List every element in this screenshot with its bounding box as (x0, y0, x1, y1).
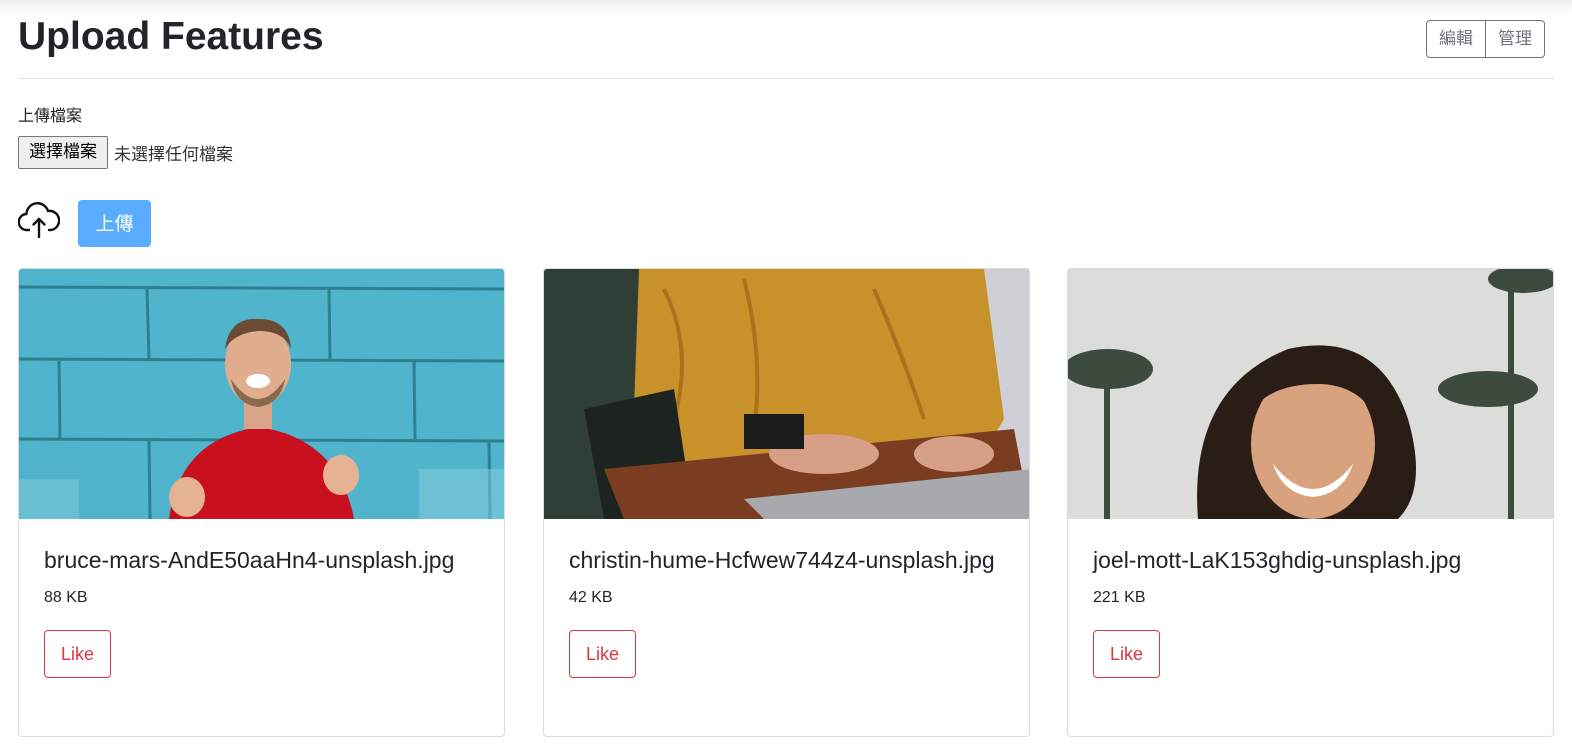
image-card: bruce-mars-AndE50aaHn4-unsplash.jpg 88 K… (18, 268, 505, 737)
page-header: Upload Features 編輯 管理 (18, 0, 1555, 79)
file-size: 42 KB (569, 589, 613, 606)
card-image (544, 269, 1029, 519)
like-button[interactable]: Like (569, 630, 637, 678)
file-name: bruce-mars-AndE50aaHn4-unsplash.jpg (44, 547, 455, 573)
file-name: christin-hume-Hcfwew744z4-unsplash.jpg (569, 547, 995, 573)
card-body: joel-mott-LaK153ghdig-unsplash.jpg 221 K… (1068, 519, 1553, 678)
upload-file-label: 上傳檔案 (18, 106, 83, 125)
card-image (1068, 269, 1553, 519)
card-body: bruce-mars-AndE50aaHn4-unsplash.jpg 88 K… (19, 519, 504, 678)
edit-button[interactable]: 編輯 (1426, 20, 1486, 58)
image-card: christin-hume-Hcfwew744z4-unsplash.jpg 4… (543, 268, 1030, 737)
page: Upload Features 編輯 管理 上傳檔案 選擇檔案 未選擇任何檔案 … (18, 0, 1555, 737)
upload-button[interactable]: 上傳 (78, 200, 151, 247)
card-image (19, 269, 504, 519)
page-title: Upload Features (18, 15, 324, 58)
image-card: joel-mott-LaK153ghdig-unsplash.jpg 221 K… (1067, 268, 1554, 737)
file-status-text: 未選擇任何檔案 (114, 145, 233, 165)
like-button[interactable]: Like (1093, 630, 1161, 678)
image-card-grid: bruce-mars-AndE50aaHn4-unsplash.jpg 88 K… (18, 268, 1555, 752)
manage-button[interactable]: 管理 (1486, 20, 1545, 58)
edit-manage-button-group: 編輯 管理 (1426, 20, 1545, 58)
file-size: 221 KB (1093, 589, 1146, 606)
card-body: christin-hume-Hcfwew744z4-unsplash.jpg 4… (544, 519, 1029, 678)
file-name: joel-mott-LaK153ghdig-unsplash.jpg (1093, 547, 1462, 573)
file-size: 88 KB (44, 589, 88, 606)
choose-file-button[interactable]: 選擇檔案 (18, 136, 108, 169)
like-button[interactable]: Like (44, 630, 112, 678)
file-input[interactable]: 選擇檔案 未選擇任何檔案 (18, 136, 233, 169)
cloud-upload-icon[interactable] (18, 200, 60, 242)
